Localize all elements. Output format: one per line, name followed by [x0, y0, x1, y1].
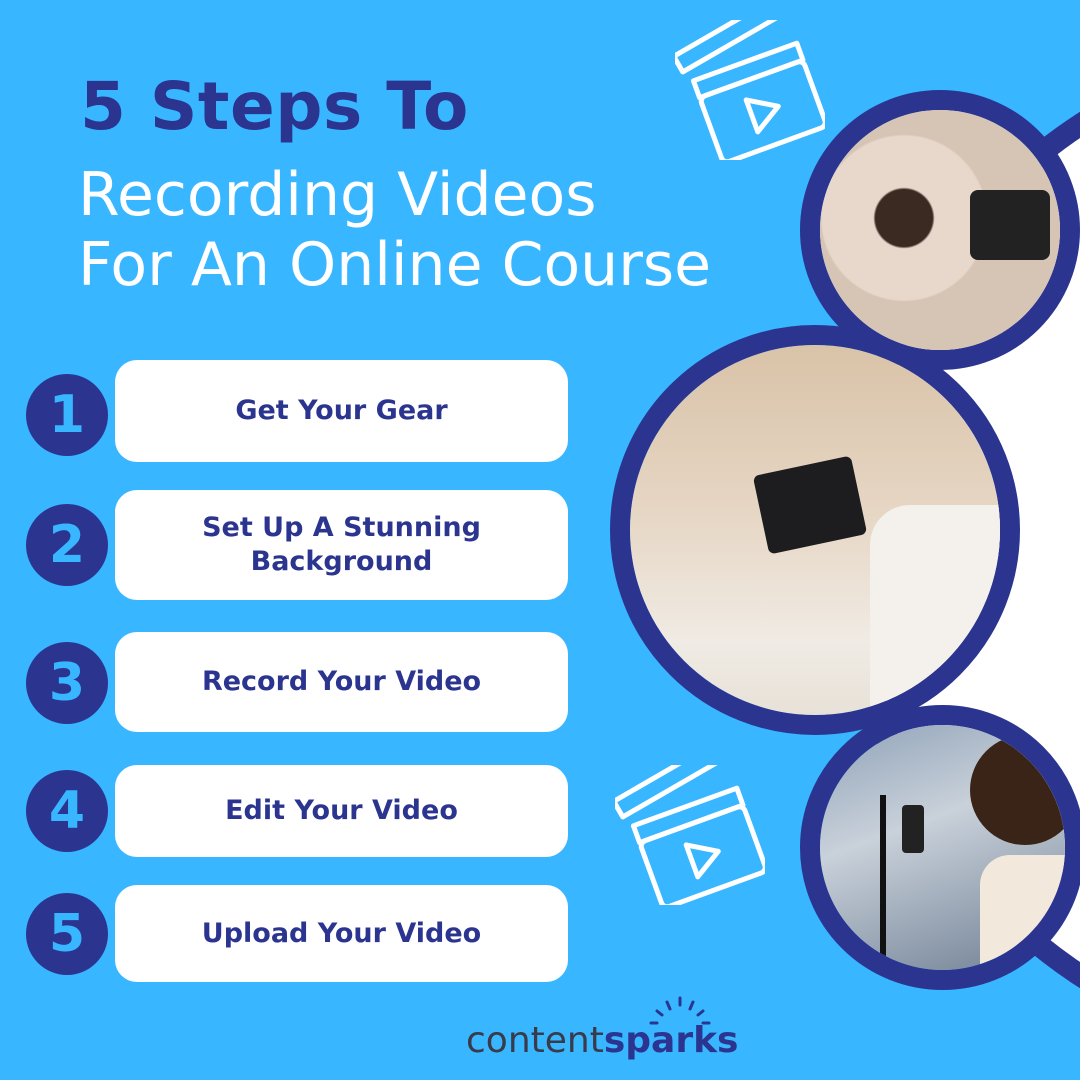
- phone-shape: [902, 805, 924, 853]
- hair-shape: [970, 735, 1065, 845]
- tripod-shape: [880, 795, 886, 970]
- title-line-2: Recording Videos: [78, 160, 597, 230]
- logo-part-content: content: [466, 1020, 604, 1061]
- step-card-3: Record Your Video: [115, 632, 568, 732]
- photo-woman-phone: [800, 705, 1080, 990]
- step-number-4: 4: [26, 770, 108, 852]
- clapperboard-icon: [615, 765, 765, 905]
- person-shoulder-shape: [870, 505, 1000, 715]
- camera-shape: [970, 190, 1050, 260]
- step-number-3: 3: [26, 642, 108, 724]
- step-number-1: 1: [26, 374, 108, 456]
- clapperboard-icon: [675, 20, 825, 160]
- step-card-2: Set Up A Stunning Background: [115, 490, 568, 600]
- step-card-4: Edit Your Video: [115, 765, 568, 857]
- step-number-2: 2: [26, 504, 108, 586]
- title-line-3: For An Online Course: [78, 230, 712, 300]
- title-subheading: Recording Videos For An Online Course: [78, 160, 711, 300]
- step-card-1: Get Your Gear: [115, 360, 568, 462]
- spark-rays-icon: [649, 996, 711, 1025]
- title-heading: 5 Steps To: [80, 68, 469, 145]
- photo-camera-rig: [610, 325, 1020, 735]
- step-card-5: Upload Your Video: [115, 885, 568, 982]
- step-number-5: 5: [26, 893, 108, 975]
